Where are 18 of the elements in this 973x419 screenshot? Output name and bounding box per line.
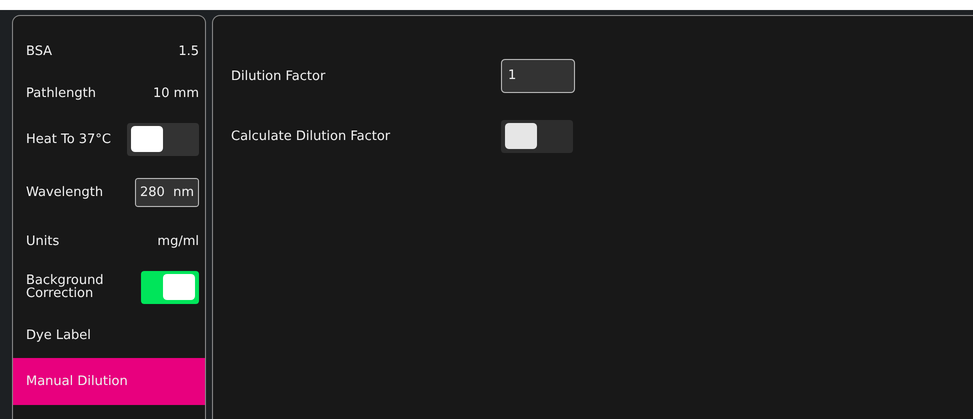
toggle-switch[interactable] xyxy=(501,120,573,152)
setting-label: Heat To 37°C xyxy=(26,132,111,146)
setting-value: 1.5 xyxy=(178,44,199,58)
toggle-switch[interactable] xyxy=(141,270,199,304)
toggle-switch[interactable] xyxy=(127,122,199,156)
setting-value: mg/ml xyxy=(157,234,199,248)
setting-label: Wavelength xyxy=(26,186,104,198)
setting-label: Dilution Factor xyxy=(231,68,326,84)
sidebar-item[interactable]: Dye Label xyxy=(13,312,205,358)
setting-label: Calculate Dilution Factor xyxy=(231,128,392,144)
input-field[interactable]: 280 nm xyxy=(135,178,199,206)
setting-label: Background Correction xyxy=(26,274,105,300)
sidebar-item[interactable]: Manual Dilution xyxy=(13,358,205,405)
setting-label: BSA xyxy=(26,44,52,58)
setting-value: 10 mm xyxy=(152,86,199,100)
setting-label: Pathlength xyxy=(26,86,96,100)
setting-label: Units xyxy=(26,234,60,248)
input-field[interactable]: 1 xyxy=(501,59,575,93)
